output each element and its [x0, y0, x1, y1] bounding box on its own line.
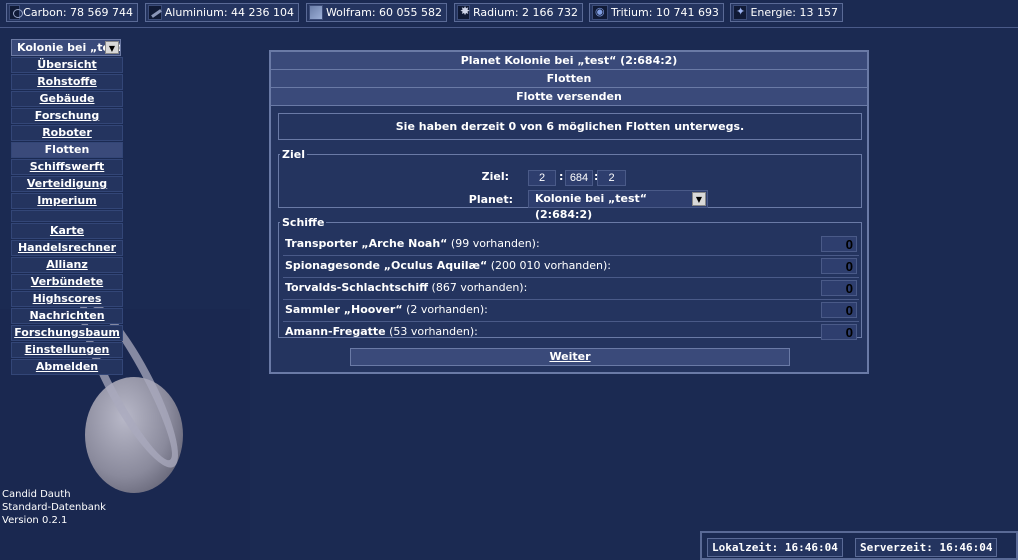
ship-count: (200 010 vorhanden): [487, 259, 611, 272]
ships-legend: Schiffe [282, 216, 325, 229]
resource-tritium: Tritium: 10 741 693 [589, 3, 724, 22]
nav-item-karte[interactable]: Karte [11, 223, 123, 239]
nav-item-einstellungen[interactable]: Einstellungen [11, 342, 123, 358]
ship-count: (2 vorhanden): [402, 303, 488, 316]
target-label: Ziel: [481, 170, 509, 183]
nav-item-verteidigung[interactable]: Verteidigung [11, 176, 123, 192]
ship-count: (53 vorhanden): [385, 325, 478, 338]
resource-carbon: Carbon: 78 569 744 [6, 3, 138, 22]
radium-icon [457, 4, 470, 20]
resource-label: Carbon [23, 6, 63, 19]
fleet-status-message: Sie haben derzeit 0 von 6 möglichen Flot… [278, 113, 862, 140]
resource-bar: Carbon: 78 569 744 Aluminium: 44 236 104… [0, 0, 1018, 28]
planet-label: Planet: [468, 193, 513, 206]
nav-divider [11, 210, 123, 222]
chevron-down-icon[interactable]: ▼ [105, 41, 119, 54]
ship-row: Torvalds-Schlachtschiff (867 vorhanden): [283, 278, 859, 300]
planet-position-input[interactable] [597, 170, 626, 186]
resource-radium: Radium: 2 166 732 [454, 3, 583, 22]
resource-value: 44 236 104 [231, 6, 294, 19]
ship-quantity-input[interactable] [821, 258, 857, 274]
nav-item-allianz[interactable]: Allianz [11, 257, 123, 273]
resource-value: 13 157 [799, 6, 839, 19]
nav-item-flotten[interactable]: Flotten [11, 142, 123, 158]
footer-version: Version 0.2.1 [2, 515, 68, 526]
ship-row: Amann-Fregatte (53 vorhanden): [283, 322, 859, 343]
nav-item-highscores[interactable]: Highscores [11, 291, 123, 307]
ship-quantity-input[interactable] [821, 324, 857, 340]
chevron-down-icon[interactable]: ▼ [692, 192, 706, 206]
local-time: Lokalzeit: 16:46:04 [707, 538, 843, 557]
carbon-icon [9, 5, 24, 20]
aluminium-icon [148, 5, 162, 20]
ship-quantity-input[interactable] [821, 236, 857, 252]
resource-label: Tritium [611, 6, 649, 19]
resource-label: Energie [750, 6, 793, 19]
footer-info: Candid Dauth Standard-Datenbank Version … [2, 488, 106, 527]
footer-database: Standard-Datenbank [2, 502, 106, 513]
wolfram-icon [309, 5, 323, 20]
resource-value: 2 166 732 [522, 6, 578, 19]
nav-item-uebersicht[interactable]: Übersicht [11, 57, 123, 73]
nav-item-gebaeude[interactable]: Gebäude [11, 91, 123, 107]
ship-row: Spionagesonde „Oculus Aquilæ“ (200 010 v… [283, 256, 859, 278]
ship-name: Sammler „Hoover“ [285, 303, 403, 316]
ship-quantity-input[interactable] [821, 280, 857, 296]
tritium-icon [592, 5, 608, 20]
resource-label: Aluminium [164, 6, 224, 19]
nav-item-imperium[interactable]: Imperium [11, 193, 123, 209]
section-title: Flotten [271, 70, 867, 88]
nav-item-roboter[interactable]: Roboter [11, 125, 123, 141]
ship-row: Sammler „Hoover“ (2 vorhanden): [283, 300, 859, 322]
ship-name: Torvalds-Schlachtschiff [285, 281, 429, 294]
resource-label: Wolfram [325, 6, 372, 19]
system-input[interactable] [565, 170, 593, 186]
energie-icon [733, 5, 748, 20]
ship-count: (99 vorhanden): [447, 237, 540, 250]
nav-item-abmelden[interactable]: Abmelden [11, 359, 123, 375]
nav-item-nachrichten[interactable]: Nachrichten [11, 308, 123, 324]
footer-user: Candid Dauth [2, 489, 71, 500]
ship-name: Amann-Fregatte [285, 325, 386, 338]
nav-item-rohstoffe[interactable]: Rohstoffe [11, 74, 123, 90]
target-fieldset: Ziel Ziel: : : Planet: Kolonie bei „test… [278, 148, 862, 221]
resource-energie: Energie: 13 157 [730, 3, 843, 22]
target-planet-select[interactable]: Kolonie bei „test“ (2:684:2) ▼ [528, 190, 708, 221]
resource-value: 10 741 693 [655, 6, 719, 19]
nav-item-forschung[interactable]: Forschung [11, 108, 123, 124]
galaxy-input[interactable] [528, 170, 556, 186]
resource-aluminium: Aluminium: 44 236 104 [145, 3, 299, 22]
resource-value: 60 055 582 [379, 6, 442, 19]
nav-item-verbuendete[interactable]: Verbündete [11, 274, 123, 290]
ship-quantity-input[interactable] [821, 302, 857, 318]
server-time: Serverzeit: 16:46:04 [855, 538, 998, 557]
ship-name: Transporter „Arche Noah“ [285, 237, 448, 250]
nav-item-forschungsbaum[interactable]: Forschungsbaum [11, 325, 123, 341]
fleet-panel: Planet Kolonie bei „test“ (2:684:2) Flot… [269, 50, 869, 374]
resource-value: 78 569 744 [70, 6, 133, 19]
resource-wolfram: Wolfram: 60 055 582 [306, 3, 447, 22]
ship-count: (867 vorhanden): [428, 281, 528, 294]
ship-name: Spionagesonde „Oculus Aquilæ“ [285, 259, 488, 272]
main-navigation: Übersicht Rohstoffe Gebäude Forschung Ro… [11, 56, 123, 375]
planet-select[interactable]: Kolonie bei „test“ ▼ [11, 39, 121, 56]
continue-button[interactable]: Weiter [350, 348, 790, 366]
subsection-title: Flotte versenden [271, 88, 867, 106]
coord-separator: : [559, 170, 564, 183]
ships-fieldset: Schiffe Transporter „Arche Noah“ (99 vor… [278, 216, 862, 340]
panel-title: Planet Kolonie bei „test“ (2:684:2) [271, 52, 867, 70]
ship-row: Transporter „Arche Noah“ (99 vorhanden): [283, 234, 859, 256]
clock-bar: Lokalzeit: 16:46:04 Serverzeit: 16:46:04 [700, 531, 1018, 560]
nav-item-schiffswerft[interactable]: Schiffswerft [11, 159, 123, 175]
target-legend: Ziel [282, 148, 305, 161]
nav-item-handelsrechner[interactable]: Handelsrechner [11, 240, 123, 256]
resource-label: Radium [472, 6, 515, 19]
